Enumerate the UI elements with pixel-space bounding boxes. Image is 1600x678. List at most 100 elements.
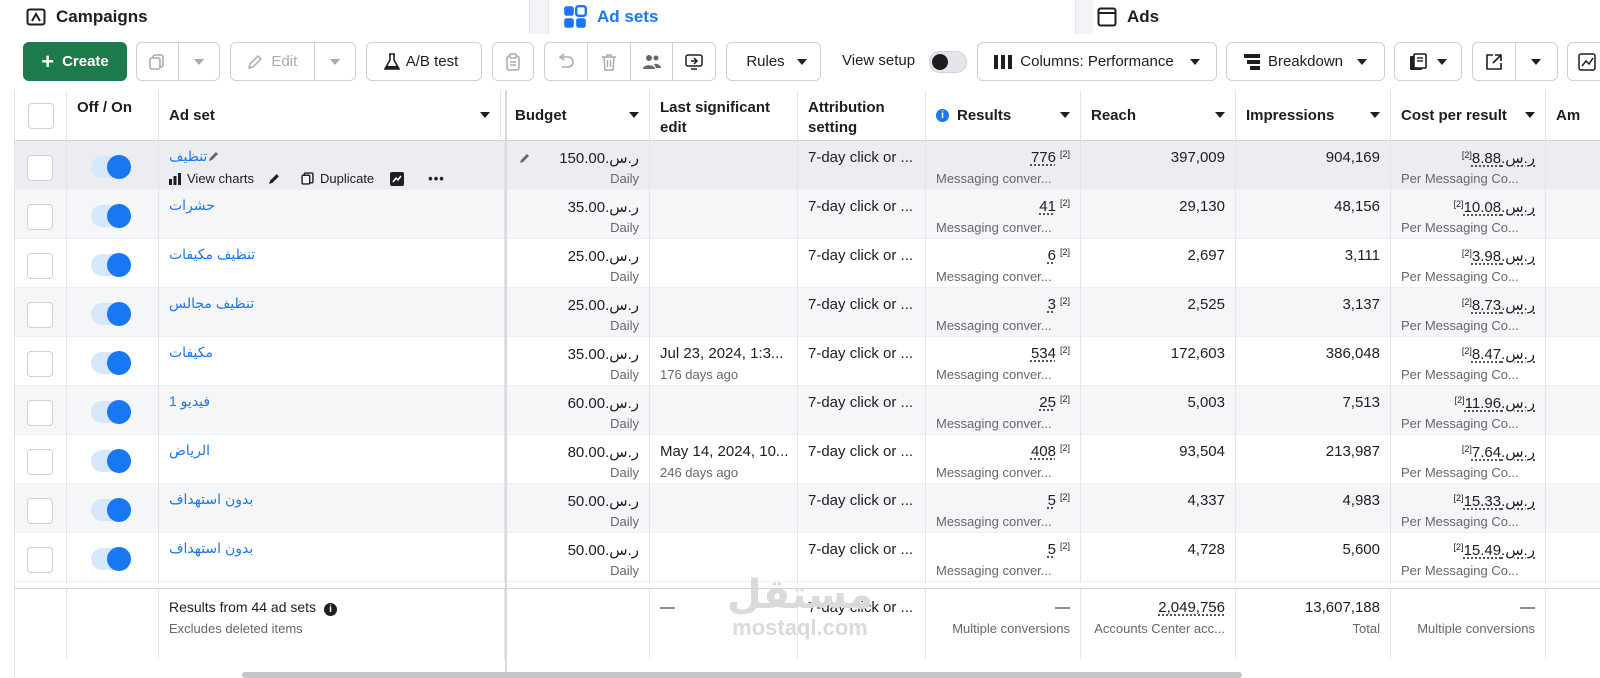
- row-on-off-toggle[interactable]: [91, 155, 131, 179]
- header-ad-set[interactable]: Ad set: [159, 90, 501, 141]
- budget-value[interactable]: ر.س.50.00: [568, 492, 639, 510]
- info-icon[interactable]: i: [323, 603, 337, 616]
- create-button[interactable]: + Create: [23, 42, 127, 81]
- table-row[interactable]: تنظيف View charts Duplicate ••• ر.س.150.00…: [15, 141, 1600, 191]
- rules-button[interactable]: Rules: [726, 42, 821, 81]
- select-all-checkbox[interactable]: [27, 102, 54, 129]
- ad-set-name-link[interactable]: حشرات: [169, 197, 215, 214]
- row-on-off-toggle[interactable]: [91, 547, 131, 571]
- export-button[interactable]: [1473, 43, 1515, 80]
- ad-set-name-link[interactable]: تنظيف مجالس: [169, 295, 254, 312]
- cost-value[interactable]: ر.س.15.49[2]: [1450, 541, 1535, 559]
- table-row[interactable]: تنظيف مكيفات ر.س.25.00 Daily 7-day click…: [15, 239, 1600, 289]
- row-on-off-toggle[interactable]: [91, 253, 131, 277]
- tab-adsets[interactable]: Ad sets: [548, 0, 1076, 34]
- table-row[interactable]: بدون استهداف ر.س.50.00 Daily 7-day click…: [15, 484, 1600, 534]
- budget-value[interactable]: ر.س.60.00: [568, 394, 639, 412]
- row-checkbox[interactable]: [27, 204, 53, 230]
- row-checkbox[interactable]: [27, 449, 53, 475]
- ad-set-name-link[interactable]: تنظيف مكيفات: [169, 246, 255, 263]
- budget-value[interactable]: ر.س.80.00: [568, 443, 639, 461]
- budget-edit-pencil-icon[interactable]: [519, 151, 531, 167]
- horizontal-scrollbar[interactable]: [242, 672, 1242, 678]
- row-checkbox[interactable]: [27, 351, 53, 377]
- trend-chart-icon[interactable]: [390, 171, 405, 186]
- row-checkbox[interactable]: [27, 498, 53, 524]
- row-on-off-toggle[interactable]: [91, 302, 131, 326]
- view-charts-link[interactable]: View charts: [187, 171, 254, 186]
- row-on-off-toggle[interactable]: [91, 400, 131, 424]
- header-last-edit[interactable]: Last significant edit: [650, 90, 798, 141]
- ad-set-name-link[interactable]: الرياض: [169, 442, 210, 459]
- cost-value[interactable]: ر.س.8.88[2]: [1458, 149, 1535, 167]
- footer-reach-value[interactable]: 2,049,756: [1158, 599, 1225, 616]
- cost-value[interactable]: ر.س.3.98[2]: [1458, 247, 1535, 265]
- header-attribution[interactable]: Attribution setting: [798, 90, 926, 141]
- results-value[interactable]: 408 [2]: [1031, 443, 1070, 460]
- row-checkbox[interactable]: [27, 253, 53, 279]
- ad-set-name-link[interactable]: تنظيف: [169, 148, 207, 165]
- row-checkbox[interactable]: [27, 302, 53, 328]
- cost-value[interactable]: ر.س.7.64[2]: [1458, 443, 1535, 461]
- columns-button[interactable]: Columns: Performance: [977, 42, 1217, 81]
- table-row[interactable]: الرياض ر.س.80.00 Daily May 14, 2024, 10.…: [15, 435, 1600, 485]
- cost-value[interactable]: ر.س.11.96[2]: [1451, 394, 1535, 412]
- row-on-off-toggle[interactable]: [91, 498, 131, 522]
- results-value[interactable]: 5 [2]: [1048, 492, 1070, 509]
- header-off-on[interactable]: Off / On: [67, 90, 159, 141]
- row-checkbox[interactable]: [27, 547, 53, 573]
- row-checkbox[interactable]: [27, 400, 53, 426]
- tab-ads[interactable]: Ads: [1093, 0, 1600, 34]
- clipboard-button[interactable]: [492, 42, 534, 81]
- ad-set-name-link[interactable]: فيديو 1: [169, 393, 210, 410]
- header-cost-per-result[interactable]: Cost per result: [1391, 90, 1546, 141]
- table-row[interactable]: فيديو 1 ر.س.60.00 Daily 7-day click or .…: [15, 386, 1600, 436]
- header-impressions[interactable]: Impressions: [1236, 90, 1391, 141]
- results-value[interactable]: 41 [2]: [1039, 198, 1070, 215]
- header-results[interactable]: i Results: [926, 90, 1081, 141]
- delete-button[interactable]: [587, 43, 630, 80]
- edit-pencil-icon[interactable]: [268, 172, 281, 185]
- row-on-off-toggle[interactable]: [91, 449, 131, 473]
- rename-pencil-icon[interactable]: [208, 149, 220, 165]
- duplicate-link[interactable]: Duplicate: [320, 171, 374, 186]
- results-value[interactable]: 6 [2]: [1048, 247, 1070, 264]
- table-row[interactable]: تنظيف مجالس ر.س.25.00 Daily 7-day click …: [15, 288, 1600, 338]
- duplicate-dropdown[interactable]: [177, 43, 219, 80]
- row-on-off-toggle[interactable]: [91, 204, 131, 228]
- edit-dropdown[interactable]: [313, 43, 355, 80]
- budget-value[interactable]: ر.س.50.00: [568, 541, 639, 559]
- audience-button[interactable]: [629, 43, 673, 80]
- cost-value[interactable]: ر.س.8.73[2]: [1458, 296, 1535, 314]
- results-value[interactable]: 776 [2]: [1031, 149, 1070, 166]
- row-checkbox[interactable]: [27, 155, 53, 181]
- ab-test-button[interactable]: A/B test: [366, 42, 482, 81]
- ad-set-name-link[interactable]: بدون استهداف: [169, 540, 253, 557]
- more-options-icon[interactable]: •••: [428, 171, 445, 186]
- share-button[interactable]: [672, 43, 715, 80]
- tab-campaigns[interactable]: Campaigns: [0, 0, 530, 34]
- chart-button[interactable]: [1567, 42, 1600, 81]
- cost-value[interactable]: ر.س.15.33[2]: [1450, 492, 1535, 510]
- export-dropdown[interactable]: [1514, 43, 1557, 80]
- ad-set-name-link[interactable]: مكيفات: [169, 344, 213, 361]
- budget-value[interactable]: ر.س.150.00: [559, 149, 639, 167]
- table-row[interactable]: حشرات ر.س.35.00 Daily 7-day click or ...…: [15, 190, 1600, 240]
- header-amount[interactable]: Am: [1546, 90, 1600, 141]
- results-value[interactable]: 534 [2]: [1031, 345, 1070, 362]
- reports-button[interactable]: [1394, 42, 1462, 81]
- budget-value[interactable]: ر.س.35.00: [568, 345, 639, 363]
- edit-button[interactable]: Edit: [231, 43, 314, 80]
- ad-set-name-link[interactable]: بدون استهداف: [169, 491, 253, 508]
- table-row[interactable]: بدون استهداف ر.س.50.00 Daily 7-day click…: [15, 533, 1600, 583]
- results-value[interactable]: 25 [2]: [1039, 394, 1070, 411]
- cost-value[interactable]: ر.س.8.47[2]: [1458, 345, 1535, 363]
- budget-value[interactable]: ر.س.25.00: [568, 247, 639, 265]
- duplicate-button[interactable]: [137, 43, 178, 80]
- undo-button[interactable]: [545, 43, 587, 80]
- header-reach[interactable]: Reach: [1081, 90, 1236, 141]
- budget-value[interactable]: ر.س.35.00: [568, 198, 639, 216]
- breakdown-button[interactable]: Breakdown: [1226, 42, 1385, 81]
- header-budget[interactable]: Budget: [505, 90, 650, 141]
- view-setup-toggle[interactable]: [929, 51, 967, 73]
